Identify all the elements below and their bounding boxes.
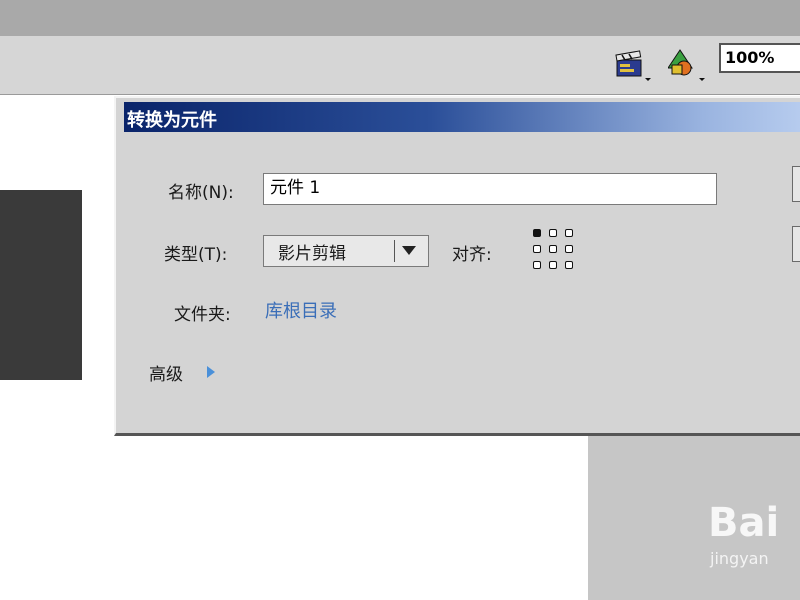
type-label: 类型(T): bbox=[164, 245, 228, 265]
dialog-title-bar[interactable]: 转换为元件 bbox=[124, 102, 800, 132]
folder-link[interactable]: 库根目录 bbox=[265, 297, 337, 323]
advanced-toggle[interactable]: 高级 bbox=[149, 360, 183, 385]
selected-shape[interactable] bbox=[0, 190, 82, 380]
registration-point-bottom-left[interactable] bbox=[533, 261, 541, 269]
chevron-down-icon[interactable] bbox=[402, 246, 416, 255]
symbol-name-input[interactable]: 元件 1 bbox=[263, 173, 717, 205]
registration-point-middle-right[interactable] bbox=[565, 245, 573, 253]
select-divider bbox=[394, 240, 395, 262]
symbol-type-select[interactable]: 影片剪辑 bbox=[263, 235, 429, 267]
watermark-logo: Bai jingyan bbox=[706, 492, 800, 572]
registration-point-top-center[interactable] bbox=[549, 229, 557, 237]
align-label: 对齐: bbox=[452, 245, 492, 265]
name-label: 名称(N): bbox=[168, 183, 234, 203]
registration-point-bottom-center[interactable] bbox=[549, 261, 557, 269]
edit-symbols-icon[interactable] bbox=[668, 48, 706, 82]
watermark-text: Bai bbox=[708, 500, 779, 546]
registration-point-bottom-right[interactable] bbox=[565, 261, 573, 269]
ok-button[interactable] bbox=[792, 166, 800, 202]
registration-point-center[interactable] bbox=[549, 245, 557, 253]
expand-arrow-icon[interactable] bbox=[207, 366, 215, 378]
watermark-subtext: jingyan bbox=[709, 549, 769, 568]
top-window-strip bbox=[0, 0, 800, 36]
registration-point-top-right[interactable] bbox=[565, 229, 573, 237]
symbol-type-value: 影片剪辑 bbox=[278, 244, 346, 264]
registration-grid[interactable] bbox=[533, 229, 577, 273]
zoom-field[interactable]: 100% bbox=[719, 43, 800, 73]
edit-scene-icon[interactable] bbox=[614, 48, 652, 82]
cancel-button[interactable] bbox=[792, 226, 800, 262]
folder-label: 文件夹: bbox=[174, 305, 231, 325]
convert-to-symbol-dialog: 转换为元件 名称(N): 元件 1 类型(T): 影片剪辑 对齐: 文件夹: 库… bbox=[114, 96, 800, 436]
dialog-title: 转换为元件 bbox=[127, 110, 217, 131]
registration-point-top-left[interactable] bbox=[533, 229, 541, 237]
registration-point-middle-left[interactable] bbox=[533, 245, 541, 253]
